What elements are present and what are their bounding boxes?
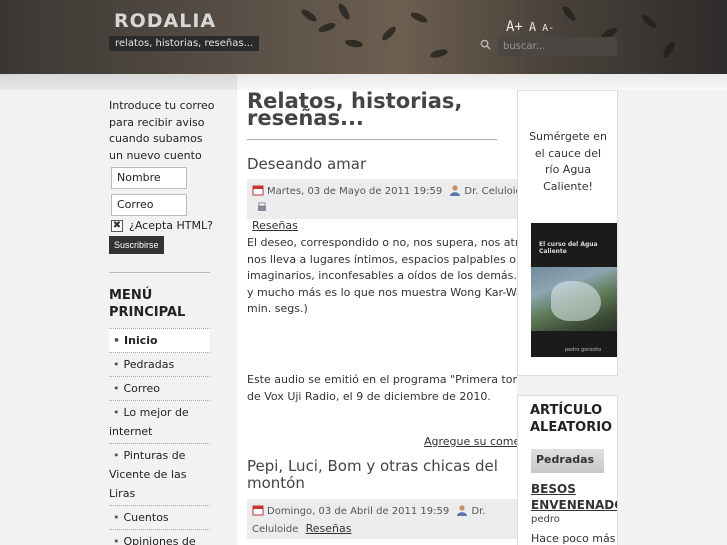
post-date: Domingo, 03 de Abril de 2011 19:59 [267,506,450,517]
calendar-icon [252,185,264,196]
book-promo-box: Sumérgete en el cauce del río Agua Calie… [517,90,618,376]
font-increase-button[interactable]: A+ [506,19,523,35]
author-icon [450,185,461,196]
header-strip [0,74,727,90]
random-article-author: pedro [531,514,560,525]
post-meta: Martes, 03 de Mayo de 2011 19:59 Dr. Cel… [247,179,517,232]
site-header: RODALIA relatos, historias, reseñas... A… [0,0,727,74]
subscribe-description: Introduce tu correo para recibir aviso c… [109,99,215,162]
random-article-box: ARTÍCULO ALEATORIO Pedradas BESOS ENVENEN… [517,395,618,545]
menu-item-cuentos[interactable]: • Cuentos [109,505,210,529]
menu-item-pedradas[interactable]: • Pedradas [109,352,210,376]
random-article-category: Pedradas [531,449,604,473]
subscribe-button[interactable]: Suscribirse [109,236,164,254]
post-author: Dr. Celuloide [464,186,517,197]
name-field[interactable]: Nombre [111,167,187,189]
post-category-link[interactable]: Reseñas [252,219,298,232]
html-checkbox[interactable]: ✖ [111,220,123,232]
font-reset-button[interactable]: A [529,20,536,34]
promo-text: Sumérgete en el cauce del río Agua Calie… [529,130,607,193]
add-comment-link[interactable]: Agregue su comentario [424,435,517,448]
post-body-note: Este audio se emitió en el programa "Pri… [247,373,517,403]
menu-item-pinturas[interactable]: • Pinturas de Vicente de las Liras [109,443,210,505]
post-title[interactable]: Deseando amar [247,156,512,173]
print-icon[interactable] [256,201,268,213]
menu-item-lo-mejor[interactable]: • Lo mejor de internet [109,400,210,443]
random-article-excerpt: Hace poco más [531,532,616,545]
book-cover-image[interactable]: El curso del Agua Caliente pedro gorosit… [531,223,617,357]
menu-item-correo[interactable]: • Correo [109,376,210,400]
font-size-controls: A+ A A- [506,16,560,35]
page-title: Relatos, historias, reseñas... [247,90,463,130]
random-article-link[interactable]: BESOSENVENENADOS [531,481,617,513]
sidebar-divider [109,272,210,273]
main-menu-title: MENÚ PRINCIPAL [109,288,186,320]
menu-item-inicio[interactable]: • Inicio [109,328,210,352]
site-tagline: relatos, historias, reseñas... [109,36,260,51]
random-article-title: ARTÍCULO ALEATORIO [530,403,613,435]
site-title[interactable]: RODALIA [114,10,216,32]
author-icon [457,505,468,516]
search-icon[interactable] [480,39,491,50]
post-body: El deseo, correspondido o no, nos supera… [247,236,517,315]
post-meta: Domingo, 03 de Abril de 2011 19:59 Dr. C… [247,499,517,539]
post-category-link[interactable]: Reseñas [306,522,352,535]
menu-item-opiniones[interactable]: •Opiniones de libros [109,529,210,545]
main-content: Relatos, historias, reseñas... Deseando … [237,90,517,545]
main-menu: • Inicio • Pedradas • Correo • Lo mejor de i… [109,328,210,545]
left-sidebar: Introduce tu correo para recibir aviso c… [0,90,237,545]
html-checkbox-label: ¿Acepta HTML? [129,219,213,232]
title-divider [247,139,497,140]
post-title[interactable]: Pepi, Luci, Bom y otras chicas del montó… [247,458,512,492]
email-field[interactable]: Correo [111,194,187,216]
calendar-icon [252,505,264,516]
search-input[interactable] [498,37,617,56]
post-date: Martes, 03 de Mayo de 2011 19:59 [267,186,443,197]
font-decrease-button[interactable]: A- [542,23,554,34]
